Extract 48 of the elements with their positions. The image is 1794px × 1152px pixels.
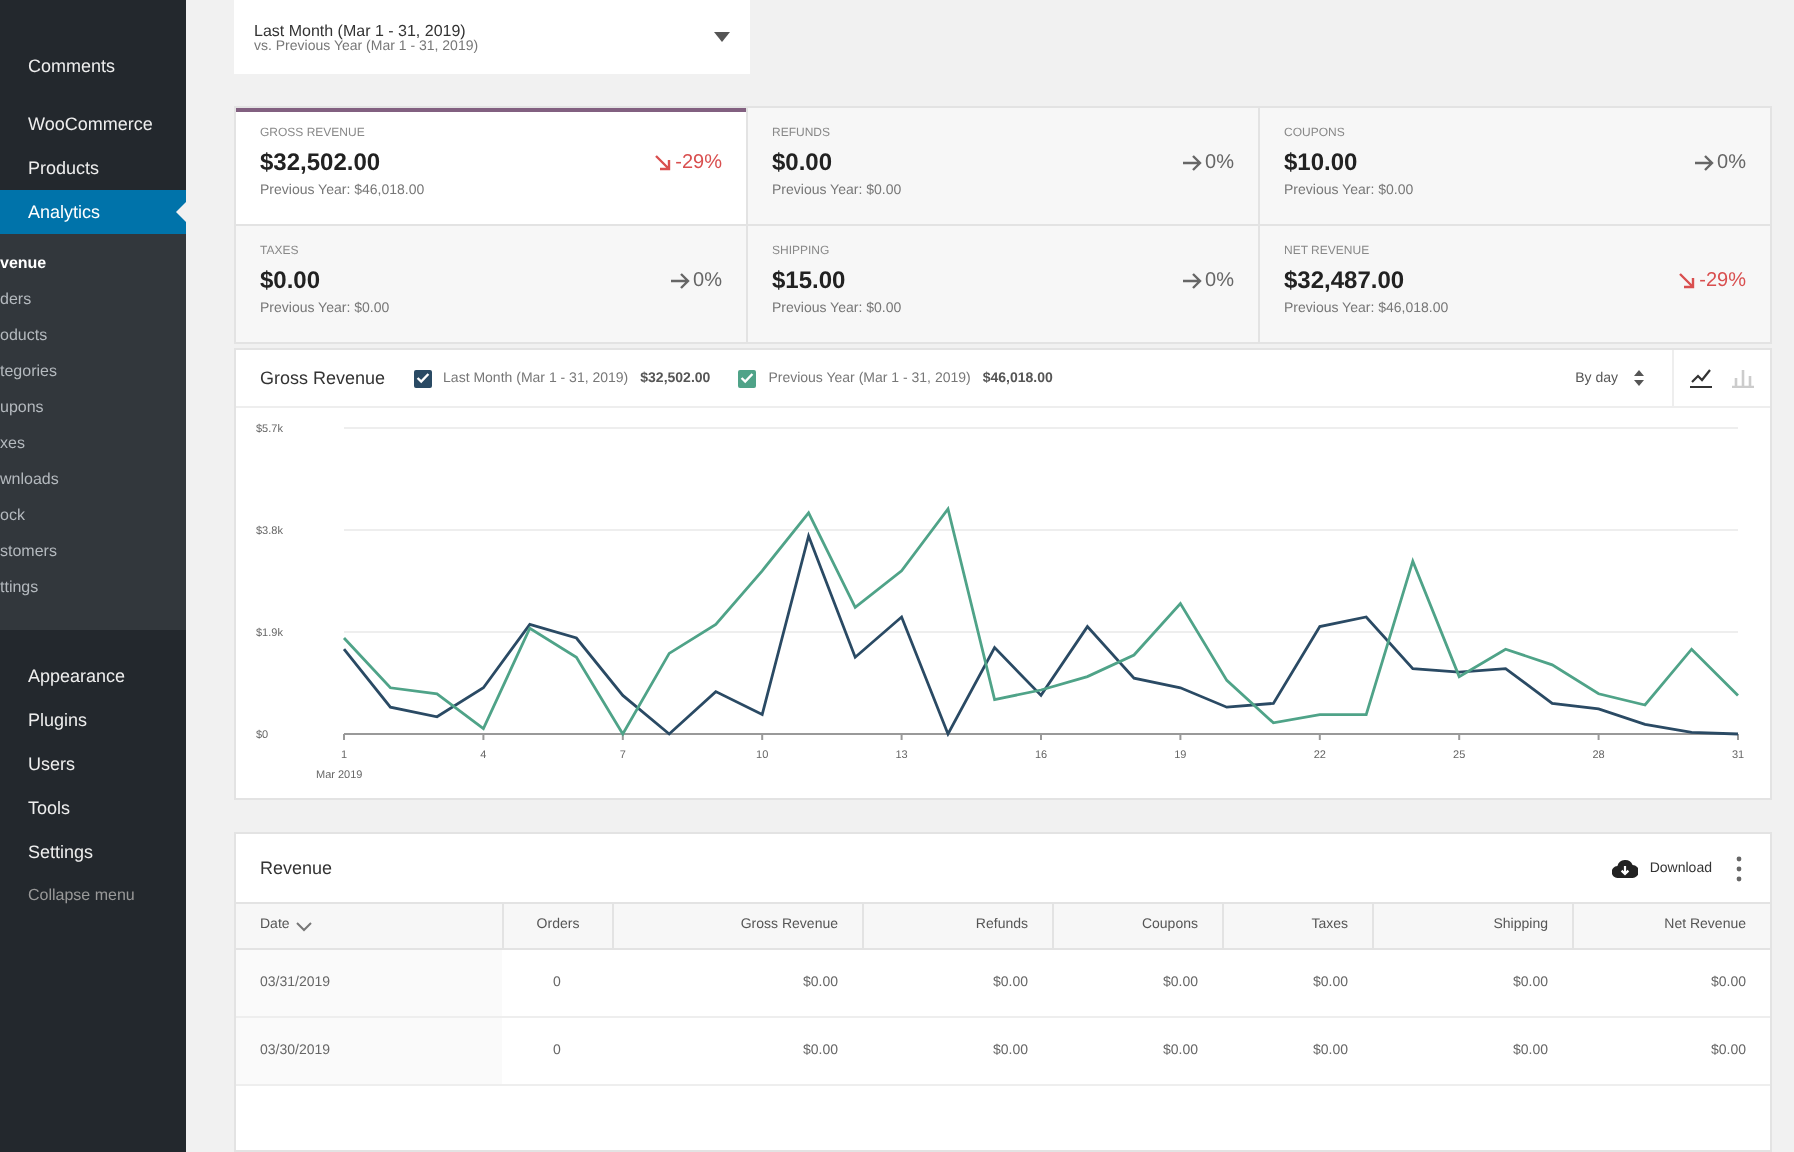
right-arrow-icon <box>1181 271 1202 289</box>
metric-value: $0.00 <box>260 266 321 294</box>
sidebar-subitem[interactable]: ttings <box>0 570 186 606</box>
sidebar-item[interactable]: Plugins <box>0 698 186 742</box>
right-arrow-icon <box>1693 153 1714 171</box>
sidebar-subitem[interactable]: xes <box>0 426 186 462</box>
sidebar-subitem[interactable]: ders <box>0 282 186 318</box>
sidebar-subitem[interactable]: venue <box>0 246 186 282</box>
metric-value: $10.00 <box>1284 148 1358 176</box>
trend-down-arrow-icon <box>1677 271 1696 289</box>
chevron-down-icon <box>295 921 312 931</box>
sidebar-item[interactable]: Appearance <box>0 654 186 698</box>
right-arrow-icon <box>1181 153 1202 171</box>
sidebar-item[interactable]: Comments <box>0 44 186 88</box>
sidebar-item[interactable]: Collapse menu <box>0 874 186 918</box>
metric-change: 0% <box>693 269 722 291</box>
chart-title: Gross Revenue <box>260 368 386 388</box>
metric-value: $32,502.00 <box>260 148 381 176</box>
metric-change: -29% <box>1699 269 1746 291</box>
metric-change: 0% <box>1205 269 1234 291</box>
cloud-download-icon <box>1611 858 1638 878</box>
more-options-icon[interactable] <box>1736 855 1742 881</box>
sidebar-item[interactable]: Users <box>0 742 186 786</box>
metric-value: $0.00 <box>772 148 833 176</box>
caret-icon <box>714 32 730 42</box>
up-down-arrows-icon <box>1634 370 1644 386</box>
right-arrow-icon <box>669 271 690 289</box>
metric-change: -29% <box>675 151 722 173</box>
sidebar-subitem[interactable]: upons <box>0 390 186 426</box>
legend-checkbox[interactable] <box>413 369 432 387</box>
metric-change: 0% <box>1717 151 1746 173</box>
legend-checkbox[interactable] <box>738 369 757 387</box>
sidebar-subitem[interactable]: stomers <box>0 534 186 570</box>
sidebar-subitem[interactable]: wnloads <box>0 462 186 498</box>
table-title: Revenue <box>260 858 333 878</box>
sidebar-subitem[interactable]: oducts <box>0 318 186 354</box>
date-range-label: Last Month (Mar 1 - 31, 2019) <box>254 21 466 39</box>
sidebar-item[interactable]: Tools <box>0 786 186 830</box>
sidebar-item[interactable]: Analytics <box>0 190 186 234</box>
metric-value: $32,487.00 <box>1284 266 1405 294</box>
sidebar-item[interactable]: Settings <box>0 830 186 874</box>
sidebar-item[interactable]: Products <box>0 146 186 190</box>
sidebar-item[interactable]: WooCommerce <box>0 102 186 146</box>
metric-value: $15.00 <box>772 266 846 294</box>
sidebar-subitem[interactable]: ock <box>0 498 186 534</box>
sidebar-subitem[interactable]: tegories <box>0 354 186 390</box>
metric-change: 0% <box>1205 151 1234 173</box>
trend-down-arrow-icon <box>653 153 672 171</box>
